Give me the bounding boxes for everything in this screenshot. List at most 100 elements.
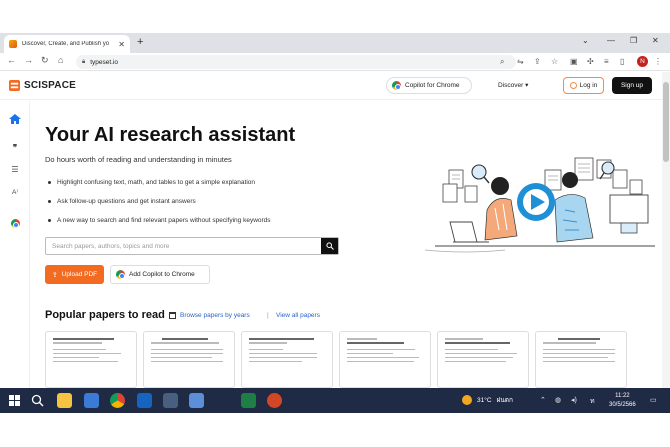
tab-close-icon[interactable]: ✕ <box>118 40 125 49</box>
paper-card[interactable] <box>535 331 627 388</box>
add-copilot-label: Add Copilot to Chrome <box>129 271 195 278</box>
login-icon <box>569 82 577 89</box>
weather-widget[interactable]: 31°C ฝนตก <box>462 395 513 405</box>
copilot-label: Copilot for Chrome <box>405 82 460 89</box>
feature-text: Ask follow-up questions and get instant … <box>57 198 196 205</box>
url-text: typeset.io <box>90 58 119 66</box>
chrome-icon <box>116 270 125 279</box>
chevron-down-icon: ▾ <box>525 82 529 89</box>
feature-text: Highlight confusing text, math, and tabl… <box>57 179 256 186</box>
forward-icon[interactable]: → <box>24 55 33 65</box>
new-tab-button[interactable]: + <box>137 36 143 48</box>
view-all-papers-link[interactable]: View all papers <box>276 312 320 319</box>
folder-icon[interactable] <box>163 393 178 408</box>
taskbar-search-icon[interactable] <box>30 393 45 408</box>
upload-label: Upload PDF <box>61 271 98 278</box>
store-icon[interactable] <box>84 393 99 408</box>
weather-icon <box>462 395 472 405</box>
copilot-for-chrome-button[interactable]: Copilot for Chrome <box>386 77 472 94</box>
back-icon[interactable]: ← <box>7 55 16 65</box>
paper-card[interactable] <box>241 331 333 388</box>
feature-item: Highlight confusing text, math, and tabl… <box>48 179 271 198</box>
sidepanel-icon[interactable]: ▯ <box>620 57 624 66</box>
powerpoint-icon[interactable] <box>267 393 282 408</box>
scispace-logo-icon[interactable] <box>9 80 20 91</box>
share-icon[interactable]: ⇪ <box>534 57 541 66</box>
login-button[interactable]: Log in <box>563 77 604 94</box>
chrome-rail-icon[interactable] <box>9 219 21 230</box>
paper-search-box <box>45 237 339 255</box>
search-button[interactable] <box>321 238 338 254</box>
popular-papers-title: Popular papers to read <box>45 309 165 321</box>
temperature: 31°C <box>477 396 492 404</box>
menu-kebab-icon[interactable]: ⋮ <box>654 57 662 66</box>
chrome-taskbar-icon[interactable] <box>110 393 125 408</box>
puzzle-icon[interactable]: ✣ <box>587 57 594 66</box>
quote-icon[interactable]: ❞ <box>9 143 21 152</box>
mail-icon[interactable] <box>137 393 152 408</box>
signup-button[interactable]: Sign up <box>612 77 652 94</box>
profile-avatar[interactable]: N <box>637 56 648 67</box>
tab-title: Discover, Create, and Publish yo <box>22 41 110 47</box>
app-icon[interactable] <box>189 393 204 408</box>
network-icon[interactable]: ◍ <box>555 396 561 404</box>
notification-icon[interactable]: ▭ <box>650 396 657 404</box>
reload-icon[interactable]: ↻ <box>41 55 49 66</box>
bullet-icon <box>48 200 51 203</box>
hero-subtitle: Do hours worth of reading and understand… <box>45 155 232 164</box>
extension-icon[interactable]: ▣ <box>570 57 578 66</box>
zoom-icon[interactable]: ⌕ <box>500 57 504 67</box>
bullet-icon <box>48 181 51 184</box>
link-separator: | <box>267 312 269 319</box>
feature-item: Ask follow-up questions and get instant … <box>48 198 271 217</box>
tray-chevron-icon[interactable]: ⌃ <box>540 396 546 404</box>
top-letterbox <box>0 0 670 33</box>
feature-list: Highlight confusing text, math, and tabl… <box>48 179 271 236</box>
browse-by-years-link[interactable]: Browse papers by years <box>169 312 250 319</box>
language-icon[interactable]: ท <box>590 396 595 407</box>
restore-icon[interactable]: ❐ <box>630 36 637 45</box>
home-icon[interactable] <box>9 114 21 124</box>
tab-search-icon[interactable]: ⌄ <box>582 36 589 45</box>
hero-title: Your AI research assistant <box>45 124 296 146</box>
list-icon[interactable]: ☰ <box>9 165 21 174</box>
chrome-icon <box>10 219 20 228</box>
paper-card[interactable] <box>143 331 235 388</box>
hero-illustration <box>425 157 655 253</box>
screenshot-frame: Discover, Create, and Publish yo ✕ + ⌄ —… <box>0 0 670 447</box>
chrome-icon <box>392 81 401 90</box>
clock-date: 30/5/2566 <box>609 401 636 408</box>
discover-menu[interactable]: Discover ▾ <box>498 81 528 89</box>
close-window-icon[interactable]: ✕ <box>652 36 659 45</box>
paper-card[interactable] <box>45 331 137 388</box>
paper-card[interactable] <box>437 331 529 388</box>
file-explorer-icon[interactable] <box>57 393 72 408</box>
system-clock[interactable]: 11:22 30/5/2566 <box>609 392 636 409</box>
browser-tab[interactable]: Discover, Create, and Publish yo ✕ <box>4 35 130 53</box>
lock-icon: 🔒︎ <box>82 58 86 65</box>
weather-text: ฝนตก <box>496 397 513 404</box>
home-browser-icon[interactable]: ⌂ <box>58 55 63 65</box>
browser-toolbar: ← → ↻ ⌂ 🔒︎ typeset.io ⌕ ⇋ ⇪ ☆ ▣ ✣ ≡ ▯ N … <box>0 53 670 71</box>
paper-search-input[interactable] <box>46 238 321 254</box>
scroll-thumb[interactable] <box>663 82 669 162</box>
page-scrollbar[interactable] <box>662 72 670 388</box>
left-rail: ❞ ☰ A⁾ <box>0 101 30 388</box>
address-bar[interactable]: 🔒︎ typeset.io <box>76 55 516 69</box>
ai-icon[interactable]: A⁾ <box>9 188 21 196</box>
bookmark-icon[interactable]: ☆ <box>551 57 558 66</box>
translate-icon[interactable]: ⇋ <box>517 57 524 66</box>
windows-start-icon[interactable] <box>7 393 22 408</box>
volume-icon[interactable]: ◂) <box>571 396 577 404</box>
feature-text: A new way to search and find relevant pa… <box>57 217 271 224</box>
site-logo[interactable]: SCISPACE <box>24 80 76 91</box>
media-icon[interactable]: ≡ <box>604 57 609 66</box>
add-copilot-button[interactable]: Add Copilot to Chrome <box>110 265 210 284</box>
feature-item: A new way to search and find relevant pa… <box>48 217 271 236</box>
upload-pdf-button[interactable]: ⇪ Upload PDF <box>45 265 104 284</box>
calendar-icon <box>169 312 176 319</box>
login-label: Log in <box>579 82 598 89</box>
paper-card[interactable] <box>339 331 431 388</box>
excel-icon[interactable] <box>241 393 256 408</box>
minimize-icon[interactable]: — <box>607 36 615 45</box>
